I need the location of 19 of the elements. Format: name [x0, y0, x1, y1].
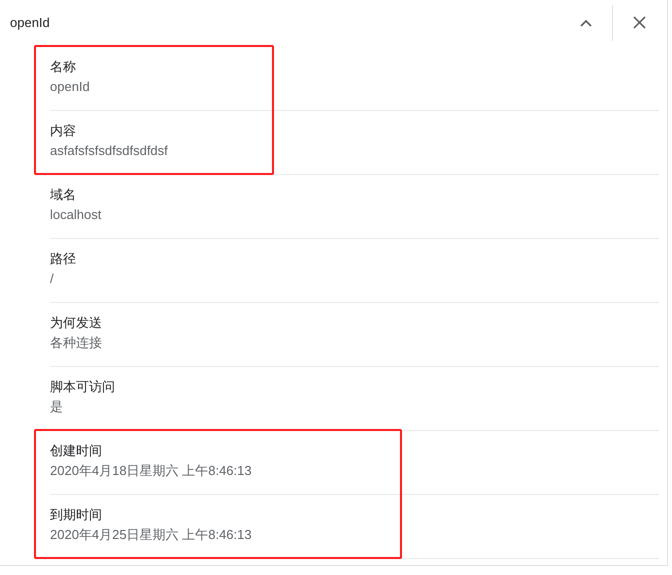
field-label: 脚本可访问	[50, 378, 115, 396]
field-value: asfafsfsfsdfsdfsdfdsf	[50, 142, 168, 160]
field-value: openId	[50, 78, 90, 96]
field-label: 路径	[50, 250, 76, 268]
field-value: 2020年4月18日星期六 上午8:46:13	[50, 462, 252, 480]
field-label: 为何发送	[50, 314, 102, 332]
field-value: 是	[50, 398, 63, 416]
field-label: 到期时间	[50, 506, 102, 524]
field-value: localhost	[50, 206, 102, 224]
chevron-up-icon	[580, 18, 592, 26]
field-label: 名称	[50, 58, 76, 76]
field-label: 创建时间	[50, 442, 102, 460]
panel-title: openId	[10, 14, 51, 32]
field-label: 域名	[50, 186, 76, 204]
field-value: 2020年4月25日星期六 上午8:46:13	[50, 526, 252, 544]
field-value: 各种连接	[50, 334, 102, 352]
close-icon	[632, 16, 646, 29]
field-value: /	[50, 270, 54, 288]
field-label: 内容	[50, 122, 76, 140]
